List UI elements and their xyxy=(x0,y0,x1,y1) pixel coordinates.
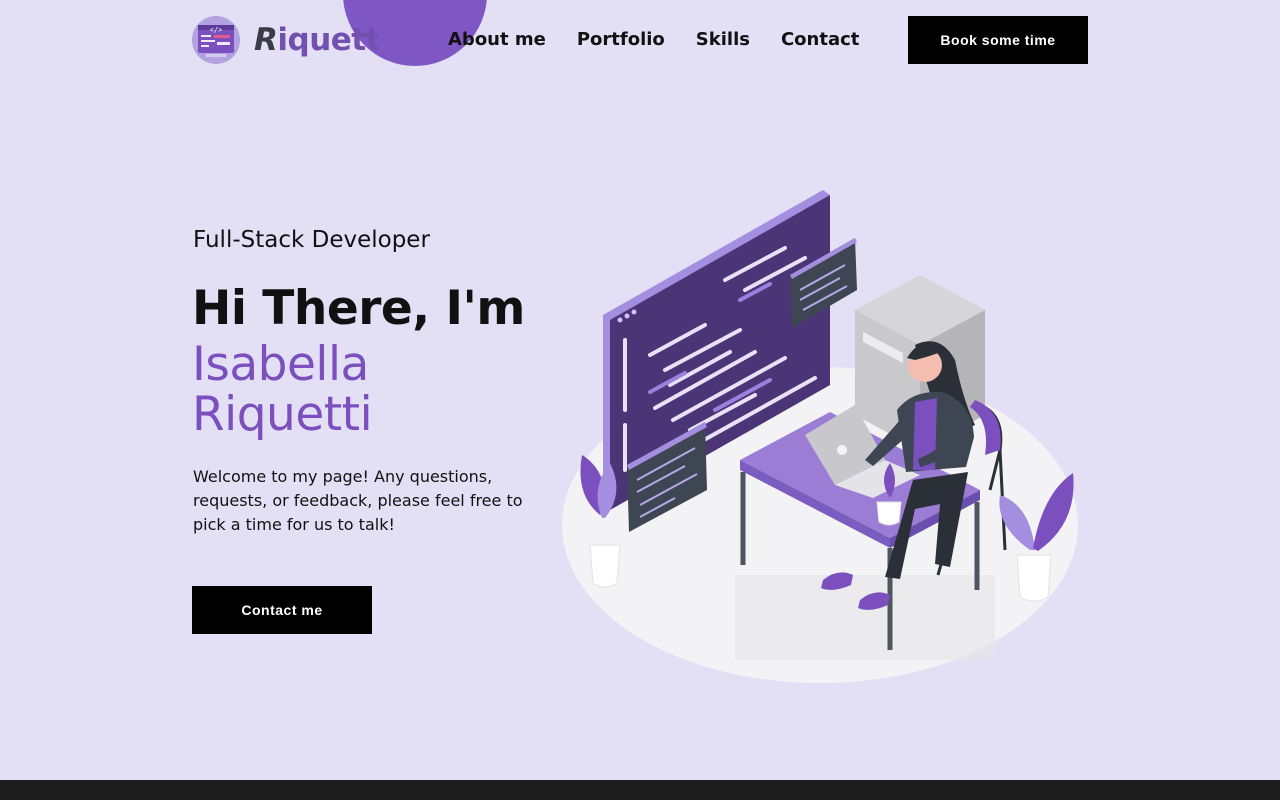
book-some-time-button[interactable]: Book some time xyxy=(908,16,1088,64)
hero-greeting: Hi There, I'm xyxy=(192,282,525,336)
nav-item-skills[interactable]: Skills xyxy=(696,29,750,50)
footer-bar xyxy=(0,780,1280,800)
nav-links: About me Portfolio Skills Contact xyxy=(448,29,859,50)
hero-name: Isabella Riquetti xyxy=(192,337,373,442)
nav-item-portfolio[interactable]: Portfolio xyxy=(577,29,665,50)
hero-name-first: Isabella xyxy=(192,337,369,392)
logo-wordmark: Riquetti xyxy=(254,22,378,58)
code-window-icon: </> xyxy=(192,16,240,64)
logo-first-letter: R xyxy=(254,22,278,58)
hero-description: Welcome to my page! Any questions, reque… xyxy=(193,467,523,534)
hero-greeting-bold: Hi There xyxy=(192,281,413,336)
contact-me-button[interactable]: Contact me xyxy=(192,586,372,634)
hero-name-last: Riquetti xyxy=(192,387,373,442)
hero-greeting-rest: , I'm xyxy=(412,281,525,336)
top-navigation: </> Riquetti About me Portfolio Skills C… xyxy=(0,0,1280,80)
nav-item-about-me[interactable]: About me xyxy=(448,29,546,50)
developer-at-desk-illustration xyxy=(562,190,1078,683)
svg-text:</>: </> xyxy=(210,26,223,34)
logo-rest: iquetti xyxy=(277,22,378,58)
hero-subtitle: Full-Stack Developer xyxy=(193,227,430,253)
logo[interactable]: </> Riquetti xyxy=(192,16,378,64)
nav-item-contact[interactable]: Contact xyxy=(781,29,859,50)
